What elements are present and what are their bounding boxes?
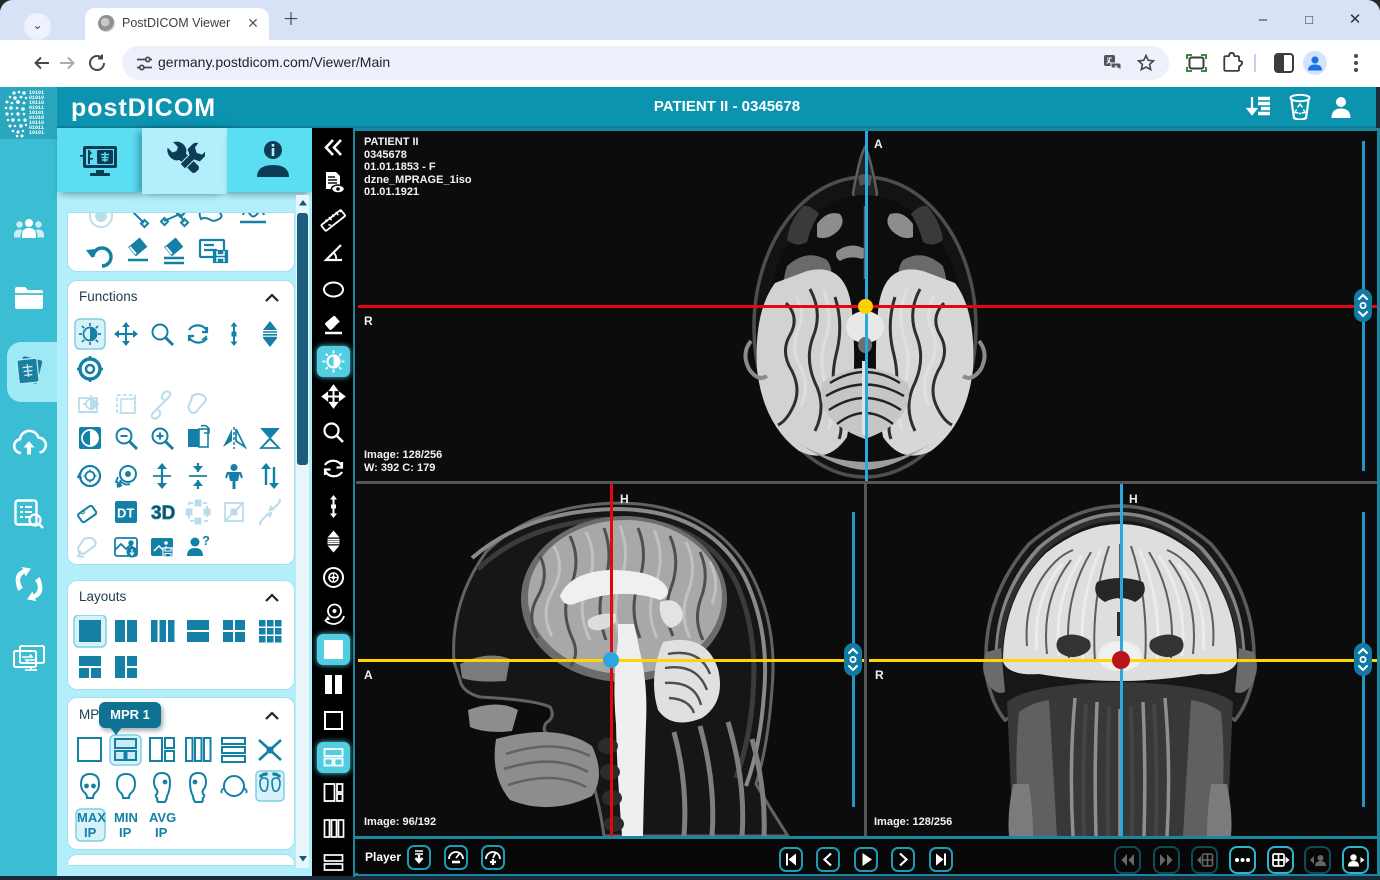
svg-text:IP: IP [119, 825, 132, 840]
svg-text:IP: IP [84, 825, 97, 840]
svg-text:10101: 10101 [29, 130, 44, 136]
svg-text:DT: DT [117, 506, 134, 521]
svg-text:MAX: MAX [77, 810, 106, 825]
svg-text:?: ? [202, 533, 210, 548]
svg-text:IP: IP [155, 825, 168, 840]
svg-text:3D: 3D [151, 503, 175, 524]
svg-text:MIN: MIN [114, 810, 138, 825]
svg-text:AVG: AVG [149, 810, 176, 825]
